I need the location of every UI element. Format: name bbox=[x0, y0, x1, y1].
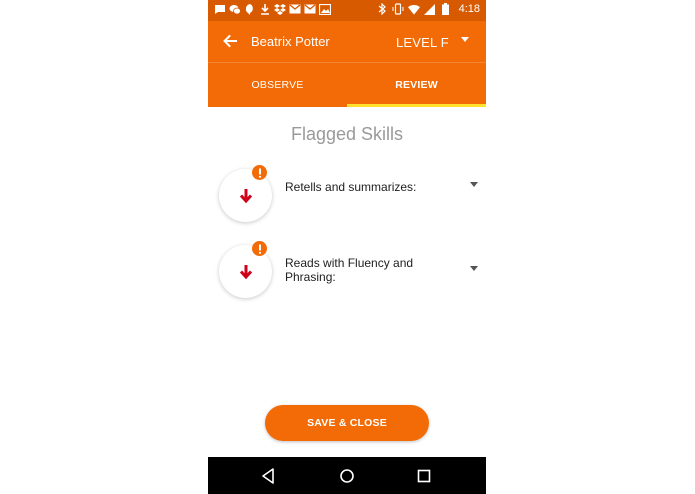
flagged-skill-item[interactable]: Reads with Fluency and Phrasing: bbox=[208, 241, 486, 305]
status-bar: 4:18 bbox=[208, 0, 486, 21]
square-recents-icon bbox=[417, 469, 431, 483]
arrow-down-icon bbox=[239, 188, 252, 203]
wechat-icon bbox=[229, 3, 241, 15]
clock: 4:18 bbox=[458, 3, 480, 15]
nav-recents-button[interactable] bbox=[415, 467, 433, 485]
exclamation-icon bbox=[258, 168, 261, 178]
signal-icon bbox=[424, 3, 436, 15]
nav-home-button[interactable] bbox=[338, 467, 356, 485]
caret-down-icon[interactable] bbox=[470, 266, 478, 272]
section-title: Flagged Skills bbox=[290, 124, 404, 144]
student-name: Beatrix Potter bbox=[251, 34, 330, 49]
nav-back-button[interactable] bbox=[260, 467, 278, 485]
caret-down-icon[interactable] bbox=[470, 182, 478, 188]
navigation-bar bbox=[208, 457, 486, 494]
tab-observe[interactable]: OBSERVE bbox=[208, 63, 347, 107]
arrow-left-icon bbox=[223, 34, 237, 48]
hangouts-icon bbox=[244, 3, 256, 15]
battery-icon bbox=[440, 3, 452, 15]
gallery-icon bbox=[319, 3, 331, 15]
bluetooth-icon bbox=[376, 3, 388, 15]
skill-label: Retells and summarizes: bbox=[285, 180, 417, 194]
system-icons: 4:18 bbox=[376, 3, 480, 15]
exclamation-icon bbox=[258, 244, 261, 254]
caret-down-icon bbox=[460, 36, 469, 42]
level-dropdown[interactable]: LEVEL F bbox=[396, 32, 469, 52]
arrow-down-icon bbox=[239, 264, 252, 279]
notification-icons bbox=[214, 3, 331, 15]
level-value: LEVEL F bbox=[396, 34, 449, 50]
tab-review[interactable]: REVIEW bbox=[347, 63, 486, 107]
flag-badge bbox=[252, 165, 267, 180]
flagged-skill-item[interactable]: Retells and summarizes: bbox=[208, 165, 486, 229]
tab-bar: OBSERVE REVIEW bbox=[208, 62, 486, 107]
phone-screen: 4:18 Beatrix Potter LEVEL F OBSERVE REVI… bbox=[208, 0, 486, 494]
flag-badge bbox=[252, 241, 267, 256]
gmail-icon bbox=[289, 3, 301, 15]
chat-bubble-icon bbox=[214, 3, 226, 15]
circle-home-icon bbox=[340, 469, 354, 483]
app-bar: Beatrix Potter LEVEL F bbox=[208, 21, 486, 62]
skill-label: Reads with Fluency and Phrasing: bbox=[285, 256, 414, 284]
download-icon bbox=[259, 3, 271, 15]
wifi-icon bbox=[407, 3, 420, 15]
vibrate-icon bbox=[392, 3, 404, 15]
triangle-back-icon bbox=[262, 468, 274, 484]
dropbox-icon bbox=[274, 3, 286, 15]
gmail-icon bbox=[304, 3, 316, 15]
back-button[interactable] bbox=[220, 31, 240, 51]
save-close-button[interactable]: SAVE & CLOSE bbox=[265, 405, 429, 441]
